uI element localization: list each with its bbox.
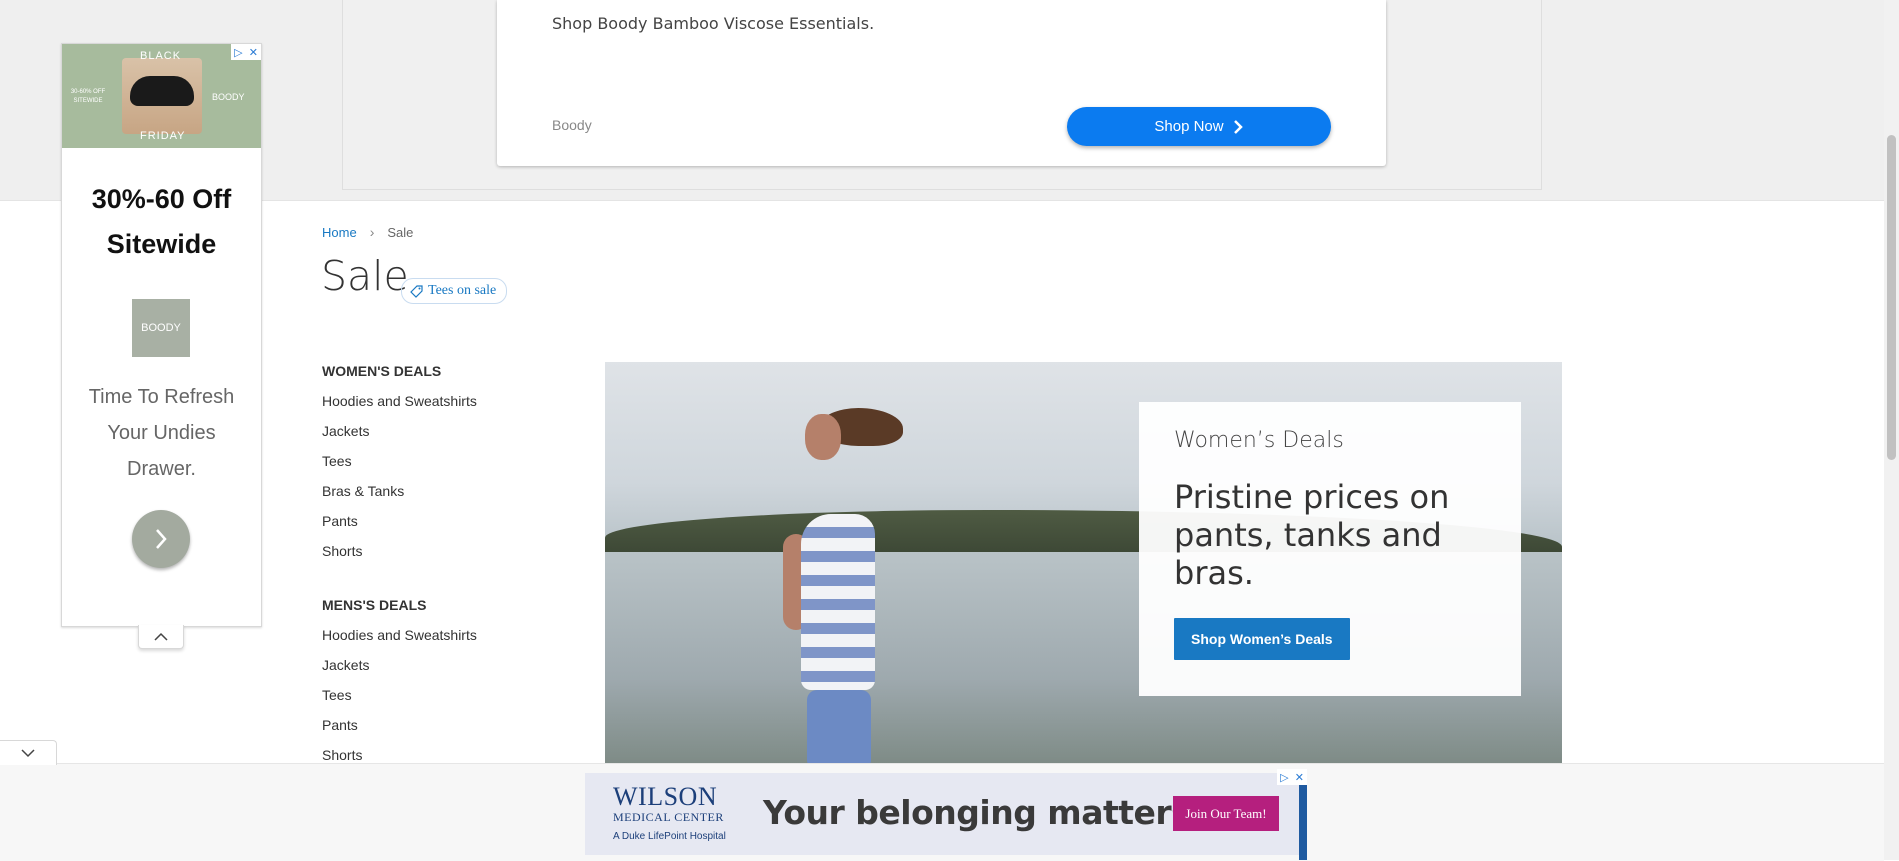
wilson-subtitle: MEDICAL CENTER [613, 810, 724, 824]
womens-deals-heading[interactable]: WOMEN'S DEALS [322, 362, 477, 392]
chevron-down-icon [21, 749, 35, 758]
bottom-ad-controls[interactable]: ▷ ✕ [1277, 769, 1307, 785]
category-link[interactable]: Jackets [322, 422, 477, 452]
category-link[interactable]: Shorts [322, 542, 477, 572]
side-ad-banner[interactable]: BLACK FRIDAY 30-60% OFF SITEWIDE BOODY ▷… [62, 44, 261, 148]
side-ad-next-button[interactable] [132, 510, 190, 568]
tag-pill[interactable]: Tees on sale [401, 278, 508, 304]
bottom-ad-toggle-button[interactable] [0, 740, 57, 765]
wilson-affiliation: A Duke LifePoint Hospital [613, 831, 726, 842]
side-ad-promo: 30%-60 Off Sitewide [62, 177, 261, 267]
close-icon[interactable]: ✕ [1295, 771, 1304, 784]
side-ad[interactable]: BLACK FRIDAY 30-60% OFF SITEWIDE BOODY ▷… [61, 43, 262, 627]
wilson-name: WILSON [613, 782, 718, 811]
ad-model-image [122, 58, 202, 134]
mens-deals-heading[interactable]: MENS'S DEALS [322, 596, 477, 626]
category-link[interactable]: Tees [322, 452, 477, 482]
bottom-ad-edge [1299, 773, 1307, 860]
shop-now-label: Shop Now [1154, 118, 1224, 135]
close-icon[interactable]: ✕ [249, 46, 258, 59]
page-title: Sale [321, 252, 409, 300]
banner-discount-text: 30-60% OFF SITEWIDE [70, 89, 106, 104]
bottom-ad[interactable]: WILSON MEDICAL CENTER A Duke LifePoint H… [585, 773, 1307, 860]
breadcrumb: Home › Sale [322, 224, 413, 240]
hero-runner-image [783, 408, 903, 764]
top-ad-card[interactable]: Shop Boody Bamboo Viscose Essentials. Bo… [497, 0, 1386, 166]
chevron-up-icon [154, 632, 168, 641]
side-ad-collapse-button[interactable] [138, 625, 184, 649]
breadcrumb-home-link[interactable]: Home [322, 225, 357, 240]
boody-logo: BOODY [132, 299, 190, 357]
wilson-logo: WILSON MEDICAL CENTER A Duke LifePoint H… [613, 782, 726, 843]
top-ad-brand: Boody [552, 117, 592, 133]
category-link[interactable]: Pants [322, 512, 477, 542]
chevron-right-icon [156, 529, 167, 549]
banner-bottom-text: FRIDAY [140, 130, 186, 142]
hero-banner[interactable]: Women’s Deals Pristine prices on pants, … [605, 362, 1562, 764]
category-link[interactable]: Hoodies and Sweatshirts [322, 392, 477, 422]
ad-choices-controls[interactable]: ▷ ✕ [231, 44, 261, 60]
category-link[interactable]: Tees [322, 686, 477, 716]
page-scrollbar[interactable] [1884, 0, 1899, 860]
category-link[interactable]: Hoodies and Sweatshirts [322, 626, 477, 656]
banner-brand-text: BOODY [212, 92, 245, 102]
womens-deals-group: WOMEN'S DEALS Hoodies and Sweatshirts Ja… [322, 362, 477, 572]
top-ad-headline: Shop Boody Bamboo Viscose Essentials. [552, 14, 875, 33]
side-ad-message: Time To Refresh Your Undies Drawer. [62, 379, 261, 487]
join-our-team-button[interactable]: Join Our Team! [1173, 796, 1279, 831]
ad-choices-icon[interactable]: ▷ [234, 46, 242, 59]
refresh-line-3: Drawer. [127, 458, 196, 480]
bottom-ad-message: Your belonging matters. [763, 793, 1203, 832]
category-link[interactable]: Pants [322, 716, 477, 746]
tag-label: Tees on sale [428, 283, 497, 298]
refresh-line-2: Your Undies [107, 422, 216, 444]
category-link[interactable]: Jackets [322, 656, 477, 686]
promo-line-1: 30%-60 Off [91, 184, 232, 214]
refresh-line-1: Time To Refresh [88, 386, 235, 408]
chevron-right-icon: › [369, 224, 375, 240]
mens-deals-group: MENS'S DEALS Hoodies and Sweatshirts Jac… [322, 596, 477, 776]
shop-womens-deals-button[interactable]: Shop Women’s Deals [1174, 618, 1350, 660]
ad-choices-icon[interactable]: ▷ [1280, 771, 1288, 784]
hero-headline: Pristine prices on pants, tanks and bras… [1174, 478, 1450, 592]
hero-card: Women’s Deals Pristine prices on pants, … [1139, 402, 1521, 696]
hero-kicker: Women’s Deals [1174, 428, 1344, 453]
promo-line-2: Sitewide [106, 229, 217, 259]
scrollbar-thumb[interactable] [1887, 135, 1896, 460]
banner-top-text: BLACK [140, 50, 182, 62]
shop-now-button[interactable]: Shop Now [1067, 107, 1331, 146]
category-nav: WOMEN'S DEALS Hoodies and Sweatshirts Ja… [322, 362, 477, 800]
category-link[interactable]: Bras & Tanks [322, 482, 477, 512]
tag-icon [410, 284, 423, 298]
top-ad-band: Shop Boody Bamboo Viscose Essentials. Bo… [0, 0, 1884, 201]
chevron-right-icon [1233, 119, 1243, 134]
breadcrumb-current: Sale [387, 224, 414, 240]
